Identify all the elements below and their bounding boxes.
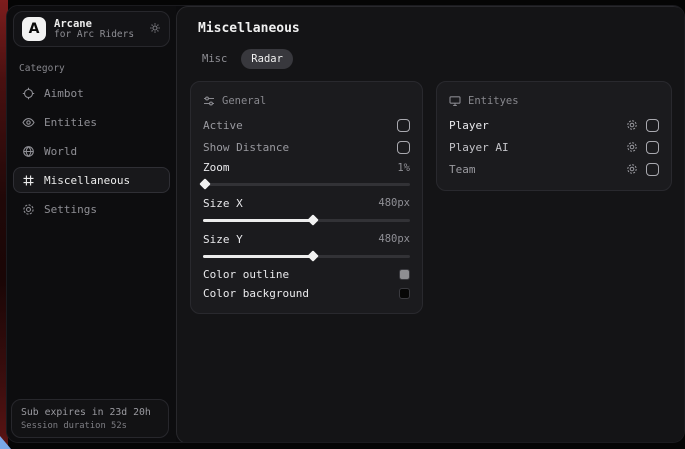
size-y-value: 480px [378, 233, 410, 245]
show-distance-checkbox[interactable] [397, 141, 410, 154]
tab-misc[interactable]: Misc [192, 49, 237, 69]
setting-row-size-x: Size X 480px [203, 193, 410, 213]
size-y-slider[interactable] [203, 250, 410, 262]
color-outline-swatch[interactable] [399, 269, 410, 280]
player-checkbox[interactable] [646, 119, 659, 132]
zoom-slider-thumb[interactable] [199, 178, 210, 189]
sidebar-item-aimbot[interactable]: Aimbot [13, 80, 170, 106]
session-duration-text: Session duration 52s [21, 421, 159, 431]
size-x-value: 480px [378, 197, 410, 209]
setting-label: Color outline [203, 268, 289, 281]
entity-row-team: Team [449, 158, 659, 180]
sliders-icon [203, 95, 215, 107]
sidebar-item-world[interactable]: World [13, 138, 170, 164]
grid-hash-icon [22, 174, 35, 187]
sidebar-item-miscellaneous[interactable]: Miscellaneous [13, 167, 170, 193]
main-panel: Miscellaneous Misc Radar General [176, 6, 685, 443]
sidebar-item-label: World [44, 145, 77, 158]
size-x-slider[interactable] [203, 214, 410, 226]
setting-row-color-outline: Color outline [203, 265, 410, 284]
setting-row-active: Active [203, 114, 410, 136]
active-checkbox[interactable] [397, 119, 410, 132]
zoom-slider[interactable] [203, 178, 410, 190]
entity-row-player-ai: Player AI [449, 136, 659, 158]
sidebar-item-entities[interactable]: Entities [13, 109, 170, 135]
entity-label: Player [449, 119, 489, 132]
brand-settings-icon[interactable] [149, 22, 161, 34]
tab-radar[interactable]: Radar [241, 49, 293, 69]
gear-icon[interactable] [626, 141, 638, 153]
sidebar-nav: Aimbot Entities World [13, 80, 170, 222]
setting-label: Show Distance [203, 141, 289, 154]
eye-icon [22, 116, 35, 129]
brand-logo: A [22, 17, 46, 41]
setting-label: Size X [203, 197, 243, 210]
player-ai-checkbox[interactable] [646, 141, 659, 154]
page-title: Miscellaneous [198, 21, 300, 36]
color-background-swatch[interactable] [399, 288, 410, 299]
entities-card: Entityes Player P [436, 81, 672, 191]
globe-icon [22, 145, 35, 158]
entity-label: Team [449, 163, 476, 176]
general-card: General Active Show Distance Zoom 1% [190, 81, 423, 314]
brand-card: A Arcane for Arc Riders [13, 11, 170, 47]
size-x-slider-thumb[interactable] [307, 214, 318, 225]
setting-label: Color background [203, 287, 309, 300]
setting-row-show-distance: Show Distance [203, 136, 410, 158]
gear-icon[interactable] [626, 119, 638, 131]
subscription-card: Sub expires in 23d 20h Session duration … [11, 399, 169, 438]
sidebar: A Arcane for Arc Riders Category [7, 6, 176, 442]
crosshair-icon [22, 87, 35, 100]
sidebar-item-label: Settings [44, 203, 97, 216]
cards-container: General Active Show Distance Zoom 1% [190, 81, 672, 314]
zoom-value: 1% [397, 162, 410, 174]
card-title: General [222, 95, 266, 107]
setting-row-color-background: Color background [203, 284, 410, 303]
size-y-slider-thumb[interactable] [307, 250, 318, 261]
setting-label: Zoom [203, 161, 230, 174]
sidebar-item-label: Aimbot [44, 87, 84, 100]
sub-expiry-text: Sub expires in 23d 20h [21, 407, 159, 418]
setting-row-zoom: Zoom 1% [203, 158, 410, 177]
entity-row-player: Player [449, 114, 659, 136]
entity-label: Player AI [449, 141, 509, 154]
sidebar-item-label: Entities [44, 116, 97, 129]
setting-label: Size Y [203, 233, 243, 246]
gear-icon[interactable] [626, 163, 638, 175]
sidebar-item-label: Miscellaneous [44, 174, 130, 187]
sidebar-item-settings[interactable]: Settings [13, 196, 170, 222]
brand-name: Arcane [54, 18, 134, 30]
app-window: A Arcane for Arc Riders Category [6, 5, 685, 443]
gear-icon [22, 203, 35, 216]
setting-label: Active [203, 119, 243, 132]
team-checkbox[interactable] [646, 163, 659, 176]
card-title: Entityes [468, 95, 519, 107]
tab-bar: Misc Radar [192, 49, 293, 69]
monitor-icon [449, 95, 461, 107]
setting-row-size-y: Size Y 480px [203, 229, 410, 249]
brand-subtitle: for Arc Riders [54, 30, 134, 41]
category-label: Category [19, 63, 170, 74]
